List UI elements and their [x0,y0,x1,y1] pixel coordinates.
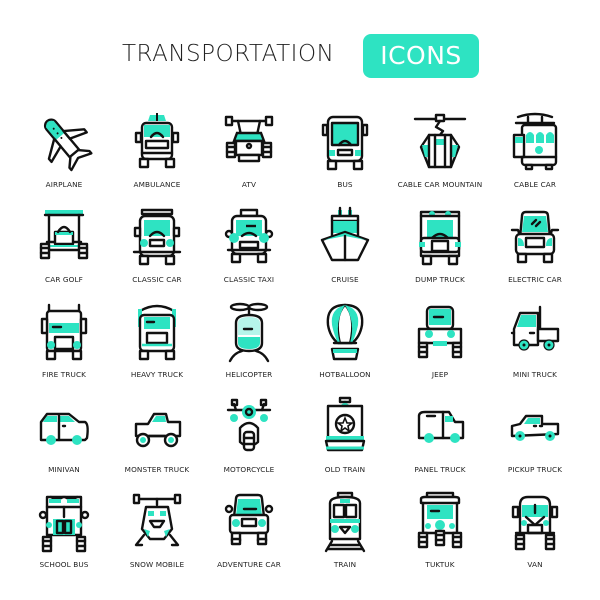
airplane-icon [43,118,93,172]
minivan-icon [39,412,89,445]
snow-mobile-icon [132,493,182,547]
classic-car-icon [132,208,182,266]
motorcycle-icon [226,398,272,452]
icon-tile: CABLE CAR MOUNTAIN [392,112,488,202]
icon-tile: VAN [487,492,583,582]
golf-car-icon [39,210,89,260]
old-train-icon [324,396,366,452]
electric-car-icon [510,210,560,264]
hot-air-balloon-icon [326,303,364,361]
school-bus-icon [38,495,90,553]
icon-label: CABLE CAR [513,180,557,189]
van-icon [511,495,559,551]
icon-tile: PANEL TRUCK [392,397,488,487]
helicopter-icon [228,302,270,363]
icon-tile: PICKUP TRUCK [487,397,583,487]
icon-tile: FIRE TRUCK [16,302,112,392]
icon-grid: AIRPLANE AMBULANCE ATV BUS CABLE CAR MOU… [0,0,600,600]
icon-tile: CABLE CAR [487,112,583,202]
icon-tile: MINIVAN [16,397,112,487]
atv-icon [224,115,274,163]
bus-icon [321,115,369,171]
jeep-icon [417,305,463,359]
cruise-ship-icon [320,206,370,262]
icon-tile: JEEP [392,302,488,392]
monster-truck-icon [134,412,182,448]
train-icon [324,491,366,553]
panel-truck-icon [417,410,465,443]
icon-tile: BUS [297,112,393,202]
icon-tile: TRAIN [297,491,393,582]
icon-tile: CAR GOLF [16,207,112,297]
icon-tile: OLD TRAIN [297,396,393,487]
icon-tile: SCHOOL BUS [16,492,112,582]
icon-tile: MINI TRUCK [487,302,583,392]
icon-tile: MOTORCYCLE [201,397,297,487]
pickup-truck-icon [510,414,560,441]
ambulance-icon [134,113,180,169]
adventure-car-icon [224,493,274,546]
icon-label: VAN [527,560,543,569]
dump-truck-icon [419,210,461,266]
icon-tile: CLASSIC TAXI [201,207,297,297]
icon-label: ELECTRIC CAR [508,275,562,284]
mini-truck-icon [510,305,560,351]
tuktuk-icon [417,491,463,549]
cable-car-mountain-icon [413,113,467,169]
icon-tile: TUKTUK [392,491,488,582]
cable-car-icon [512,112,558,171]
fire-truck-icon [40,303,88,361]
icon-label: PICKUP TRUCK [507,465,563,474]
icon-tile: AIRPLANE [16,112,112,202]
icon-tile: CRUISE [297,206,393,297]
heavy-truck-icon [138,304,176,361]
icon-tile: ELECTRIC CAR [487,207,583,297]
classic-taxi-icon [224,208,274,264]
icon-label: MINI TRUCK [512,370,558,379]
icon-tile: ADVENTURE CAR [201,492,297,582]
icon-tile: HELICOPTER [201,302,297,392]
icon-tile: ATV [201,112,297,202]
icon-tile: DUMP TRUCK [392,207,488,297]
icon-tile: HOTBALLOON [297,302,393,392]
